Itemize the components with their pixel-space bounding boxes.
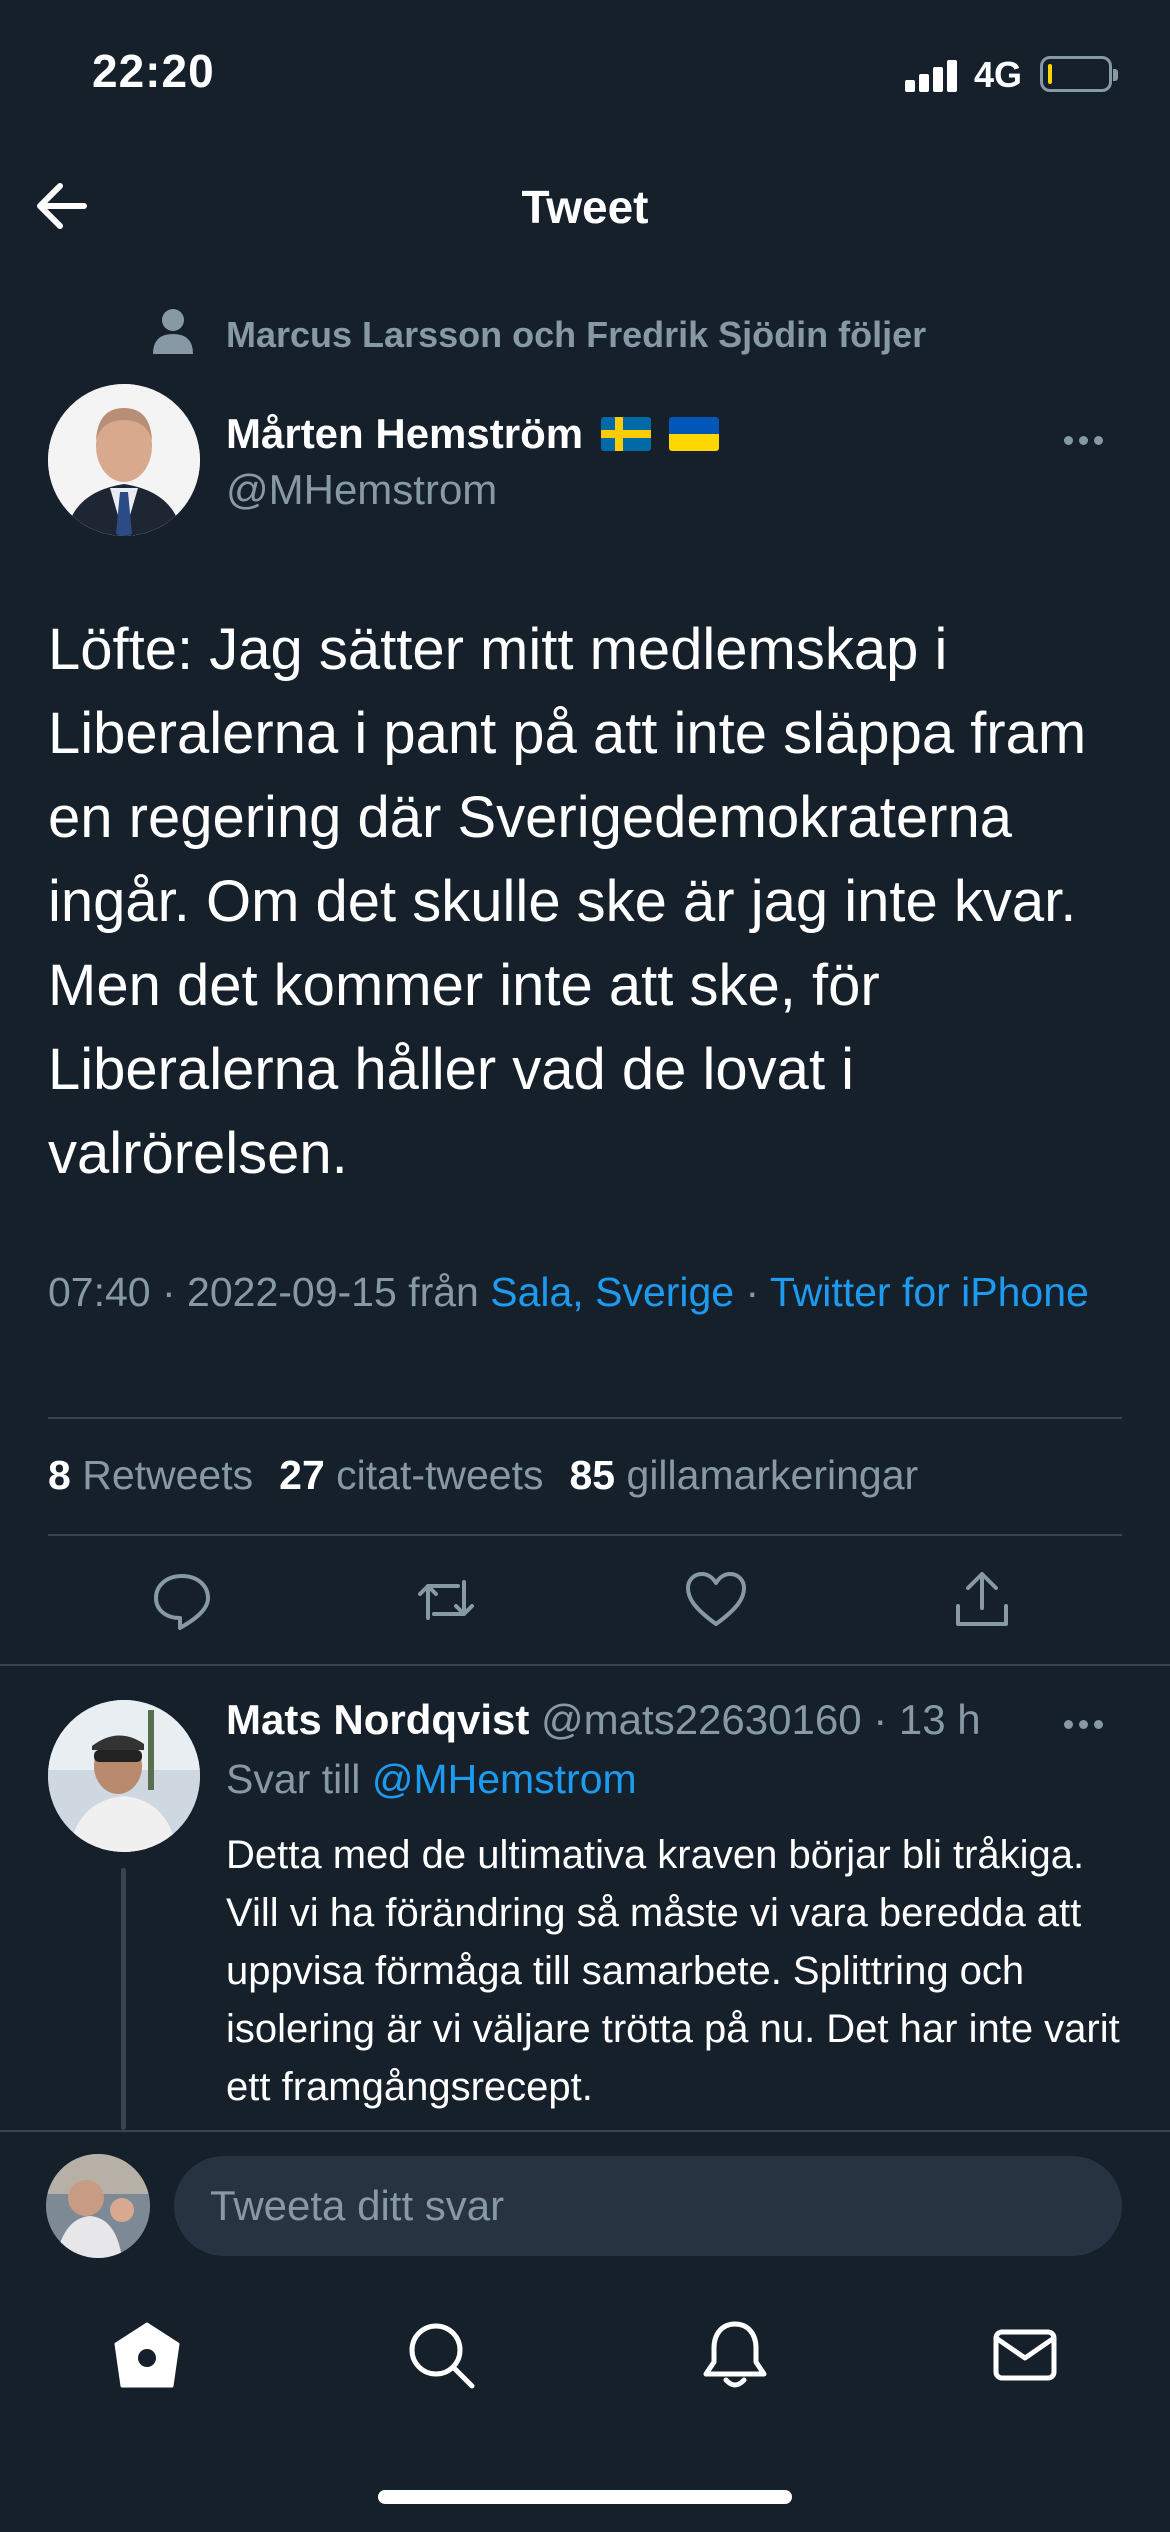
reply-to-handle[interactable]: @MHemstrom (372, 1756, 637, 1802)
heart-icon (686, 1572, 746, 1626)
quotes-stat[interactable]: 27 citat-tweets (279, 1452, 543, 1499)
share-icon (956, 1572, 1008, 1626)
reply-author-name[interactable]: Mats Nordqvist (226, 1696, 529, 1743)
messages-icon (993, 2329, 1057, 2381)
retweet-icon (418, 1580, 474, 1620)
share-button[interactable] (950, 1568, 1014, 1632)
likes-stat[interactable]: 85 gillamarkeringar (570, 1452, 919, 1499)
battery-icon (1040, 56, 1118, 92)
reply-more-options-icon[interactable] (1064, 1714, 1124, 1734)
reply-time: 13 h (898, 1696, 981, 1743)
network-label: 4G (974, 54, 1023, 95)
tweet-meta: 07:40 · 2022-09-15 från Sala, Sverige · … (48, 1269, 1089, 1315)
sweden-flag-icon (601, 417, 652, 451)
divider (48, 1534, 1122, 1536)
reply-icon (154, 1574, 210, 1630)
reply-button[interactable] (150, 1568, 214, 1632)
divider (0, 1664, 1170, 1666)
reply-to: Svar till @MHemstrom (226, 1756, 637, 1803)
tweet-text: Löfte: Jag sätter mitt medlemskap i Libe… (48, 617, 1087, 1186)
my-avatar[interactable] (46, 2154, 150, 2258)
notifications-icon (703, 2321, 767, 2388)
retweet-button[interactable] (414, 1568, 478, 1632)
thread-line (121, 1868, 126, 2130)
divider (48, 1417, 1122, 1419)
location-link[interactable]: Sala, Sverige (490, 1269, 734, 1315)
author-handle[interactable]: @MHemstrom (226, 466, 497, 514)
tab-search[interactable] (404, 2318, 478, 2392)
author-name[interactable]: Mårten Hemström (226, 410, 720, 458)
from-label: från (408, 1269, 479, 1315)
author-name-text: Mårten Hemström (226, 410, 584, 457)
signal-icon (905, 58, 959, 92)
reply-input[interactable]: Tweeta ditt svar (174, 2156, 1122, 2256)
author-avatar[interactable] (48, 384, 200, 536)
status-time: 22:20 (92, 45, 215, 97)
tweet-stats: 8 Retweets 27 citat-tweets 85 gillamarke… (48, 1452, 918, 1499)
retweets-stat[interactable]: 8 Retweets (48, 1452, 253, 1499)
page-title: Tweet (521, 181, 649, 233)
more-options-icon[interactable] (1064, 430, 1124, 450)
reply-text: Detta med de ultimativa kraven börjar bl… (226, 1833, 1120, 2109)
ukraine-flag-icon (669, 417, 720, 451)
reply-avatar[interactable] (48, 1700, 200, 1852)
reply-author-handle[interactable]: @mats22630160 (541, 1696, 862, 1743)
home-icon (114, 2322, 180, 2388)
social-context[interactable]: Marcus Larsson och Fredrik Sjödin följer (226, 314, 926, 356)
client-link[interactable]: Twitter for iPhone (770, 1269, 1089, 1315)
person-icon (153, 308, 193, 356)
tab-home[interactable] (110, 2318, 184, 2392)
home-indicator[interactable] (378, 2490, 792, 2504)
reply-to-label: Svar till (226, 1756, 361, 1802)
tab-notifications[interactable] (698, 2318, 772, 2392)
tweet-date: 2022-09-15 (187, 1269, 397, 1315)
like-button[interactable] (684, 1568, 748, 1632)
reply-header: Mats Nordqvist @mats22630160 · 13 h (226, 1696, 981, 1743)
tab-messages[interactable] (988, 2318, 1062, 2392)
tweet-time: 07:40 (48, 1269, 151, 1315)
search-icon (409, 2323, 475, 2389)
